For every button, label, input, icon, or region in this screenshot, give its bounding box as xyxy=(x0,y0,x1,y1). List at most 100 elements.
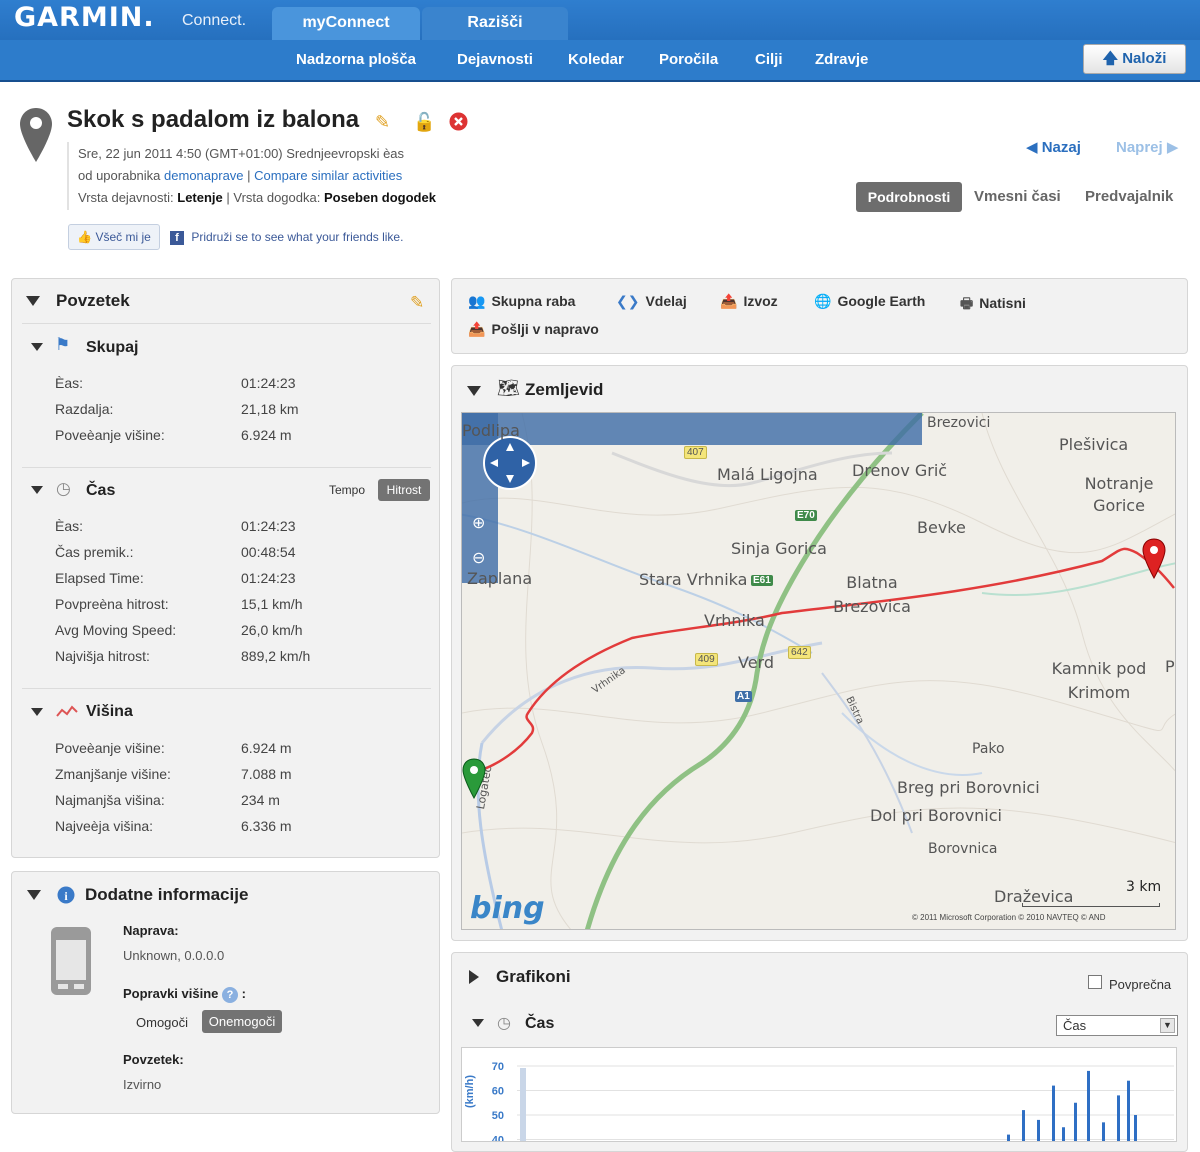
compare-link[interactable]: Compare similar activities xyxy=(254,168,402,183)
main-nav: Nadzorna plošča Dejavnosti Koledar Poroč… xyxy=(0,40,1200,80)
map-label: Borovnica xyxy=(928,841,998,857)
speed-bar xyxy=(1052,1085,1055,1141)
nav-reports[interactable]: Poročila xyxy=(659,51,718,68)
owner-link[interactable]: demonaprave xyxy=(164,168,244,183)
bing-logo: bing xyxy=(470,891,545,926)
activity-title: Skok s padalom iz balona xyxy=(67,106,360,133)
x-axis-select[interactable]: Čas ▼ xyxy=(1056,1015,1178,1036)
tempo-toggle[interactable]: Tempo xyxy=(329,483,365,497)
back-link[interactable]: ◀ Nazaj xyxy=(1026,138,1081,156)
connect-logo-text: Connect. xyxy=(182,12,247,29)
print-action[interactable]: 🖶 Natisni xyxy=(960,293,1026,317)
nav-goals[interactable]: Cilji xyxy=(755,51,783,68)
max-speed-label: Najvišja hitrost: xyxy=(55,648,150,664)
next-link[interactable]: Naprej ▶ xyxy=(1116,138,1178,156)
tab-player[interactable]: Predvajalnik xyxy=(1085,188,1173,205)
map-pan-control[interactable] xyxy=(482,435,538,491)
speed-chart-canvas: 70 60 50 40 xyxy=(492,1061,1174,1141)
avg-speed-label: Povpreèna hitrost: xyxy=(55,596,169,612)
tab-details[interactable]: Podrobnosti xyxy=(856,182,962,212)
edit-pencil-icon[interactable]: ✎ xyxy=(375,112,390,133)
google-earth-label: Google Earth xyxy=(837,293,926,309)
back-label: Nazaj xyxy=(1041,139,1081,156)
clock-icon: ◷ xyxy=(497,1015,511,1032)
tab-explore[interactable]: Razišči xyxy=(422,7,568,40)
collapse-toggle-icon[interactable] xyxy=(31,486,43,494)
y-axis-label: (km/h) xyxy=(464,1075,476,1108)
divider xyxy=(22,323,431,324)
elevation-gain-label: Poveèanje višine: xyxy=(55,740,165,756)
min-elevation-label: Najmanjša višina: xyxy=(55,792,165,808)
map-label: Plešivica xyxy=(1059,435,1129,454)
upload-button[interactable]: 🡅 Naloži xyxy=(1083,44,1186,74)
elapsed-time-label: Elapsed Time: xyxy=(55,570,144,586)
code-icon: ❮❯ xyxy=(616,293,640,309)
edit-pencil-icon[interactable]: ✎ xyxy=(410,293,424,313)
elevation-loss-value: 7.088 m xyxy=(241,766,292,782)
send-to-device-action[interactable]: 📤 Pošlji v napravo xyxy=(468,321,599,338)
tab-myconnect[interactable]: myConnect xyxy=(272,7,420,40)
scale-bar xyxy=(1022,903,1160,907)
actions-panel: 👥 Skupna raba ❮❯ Vdelaj 📤 Izvoz 🌐 Google Ear… xyxy=(451,278,1188,354)
map-label: Kamnik pod Krimom xyxy=(1051,659,1147,702)
share-action[interactable]: 👥 Skupna raba xyxy=(468,293,575,310)
google-earth-action[interactable]: 🌐 Google Earth xyxy=(814,293,925,310)
lock-icon[interactable]: 🔓 xyxy=(413,112,435,133)
collapse-toggle-icon[interactable] xyxy=(31,708,43,716)
speed-toggle[interactable]: Hitrost xyxy=(378,479,430,501)
route-map[interactable]: ⊕ ⊖ Podlipa Malá Ligojna Drenov Grič Bre… xyxy=(461,412,1176,930)
collapse-toggle-icon[interactable] xyxy=(31,343,43,351)
nav-calendar[interactable]: Koledar xyxy=(568,51,624,68)
embed-label: Vdelaj xyxy=(645,293,687,309)
owner-prefix: od uporabnika xyxy=(78,168,161,183)
help-icon[interactable]: ? xyxy=(222,987,239,1003)
zoom-in-icon[interactable]: ⊕ xyxy=(472,513,485,533)
road-shield: 409 xyxy=(695,653,718,666)
collapse-toggle-icon[interactable] xyxy=(472,1019,484,1027)
nav-health[interactable]: Zdravje xyxy=(815,51,868,68)
start-marker-icon[interactable] xyxy=(462,758,486,800)
garmin-logo[interactable]: GARMIN. xyxy=(14,2,155,33)
speed-bar xyxy=(1037,1119,1040,1141)
map-label: Sinja Gorica xyxy=(731,539,827,558)
average-label: Povprečna xyxy=(1109,977,1172,992)
y-tick-label: 50 xyxy=(492,1110,504,1122)
collapse-toggle-icon[interactable] xyxy=(27,890,41,900)
speed-bar xyxy=(1007,1134,1010,1141)
elevation-loss-label: Zmanjšanje višine: xyxy=(55,766,171,782)
zoom-out-icon[interactable]: ⊖ xyxy=(472,548,485,568)
expand-toggle-icon[interactable] xyxy=(469,970,479,984)
export-action[interactable]: 📤 Izvoz xyxy=(720,293,778,310)
summary-title: Povzetek xyxy=(56,291,130,310)
enable-option[interactable]: Omogoči xyxy=(136,1015,188,1030)
collapse-toggle-icon[interactable] xyxy=(26,296,40,306)
facebook-text-label[interactable]: Pridruži se to see what your friends lik… xyxy=(191,230,403,244)
x-axis-select-value: Čas xyxy=(1063,1018,1087,1033)
map-label: Breg pri Borovnici xyxy=(897,778,1040,797)
tab-splits[interactable]: Vmesni časi xyxy=(974,188,1061,205)
time-title: Čas xyxy=(86,482,116,499)
disable-option[interactable]: Onemogoči xyxy=(202,1010,282,1033)
max-speed-value: 889,2 km/h xyxy=(241,648,311,664)
activity-date: Sre, 22 jun 2011 4:50 (GMT+01:00) Srednj… xyxy=(78,146,405,161)
nav-activities[interactable]: Dejavnosti xyxy=(457,51,533,68)
like-button[interactable]: 👍 Všeč mi je xyxy=(68,224,160,250)
event-value: Poseben dogodek xyxy=(323,190,436,205)
map-label: Drenov Grič xyxy=(852,461,948,480)
total-title: Skupaj xyxy=(86,339,139,356)
facebook-icon: f xyxy=(170,231,184,245)
map-label: Stara Vrhnika xyxy=(639,570,748,589)
time-row-value: 01:24:23 xyxy=(241,518,296,534)
collapse-toggle-icon[interactable] xyxy=(467,386,481,396)
speed-bar xyxy=(1102,1122,1105,1141)
meta-divider xyxy=(67,142,69,210)
max-elevation-value: 6.336 m xyxy=(241,818,292,834)
average-checkbox[interactable] xyxy=(1088,975,1102,989)
delete-icon[interactable] xyxy=(449,112,468,131)
end-marker-icon[interactable] xyxy=(1142,538,1166,580)
nav-dashboard[interactable]: Nadzorna plošča xyxy=(296,51,416,68)
speed-bar xyxy=(1074,1102,1077,1141)
map-label: Zaplana xyxy=(467,569,533,588)
map-label: Vrhnika xyxy=(704,611,765,630)
embed-action[interactable]: ❮❯ Vdelaj xyxy=(616,293,687,310)
